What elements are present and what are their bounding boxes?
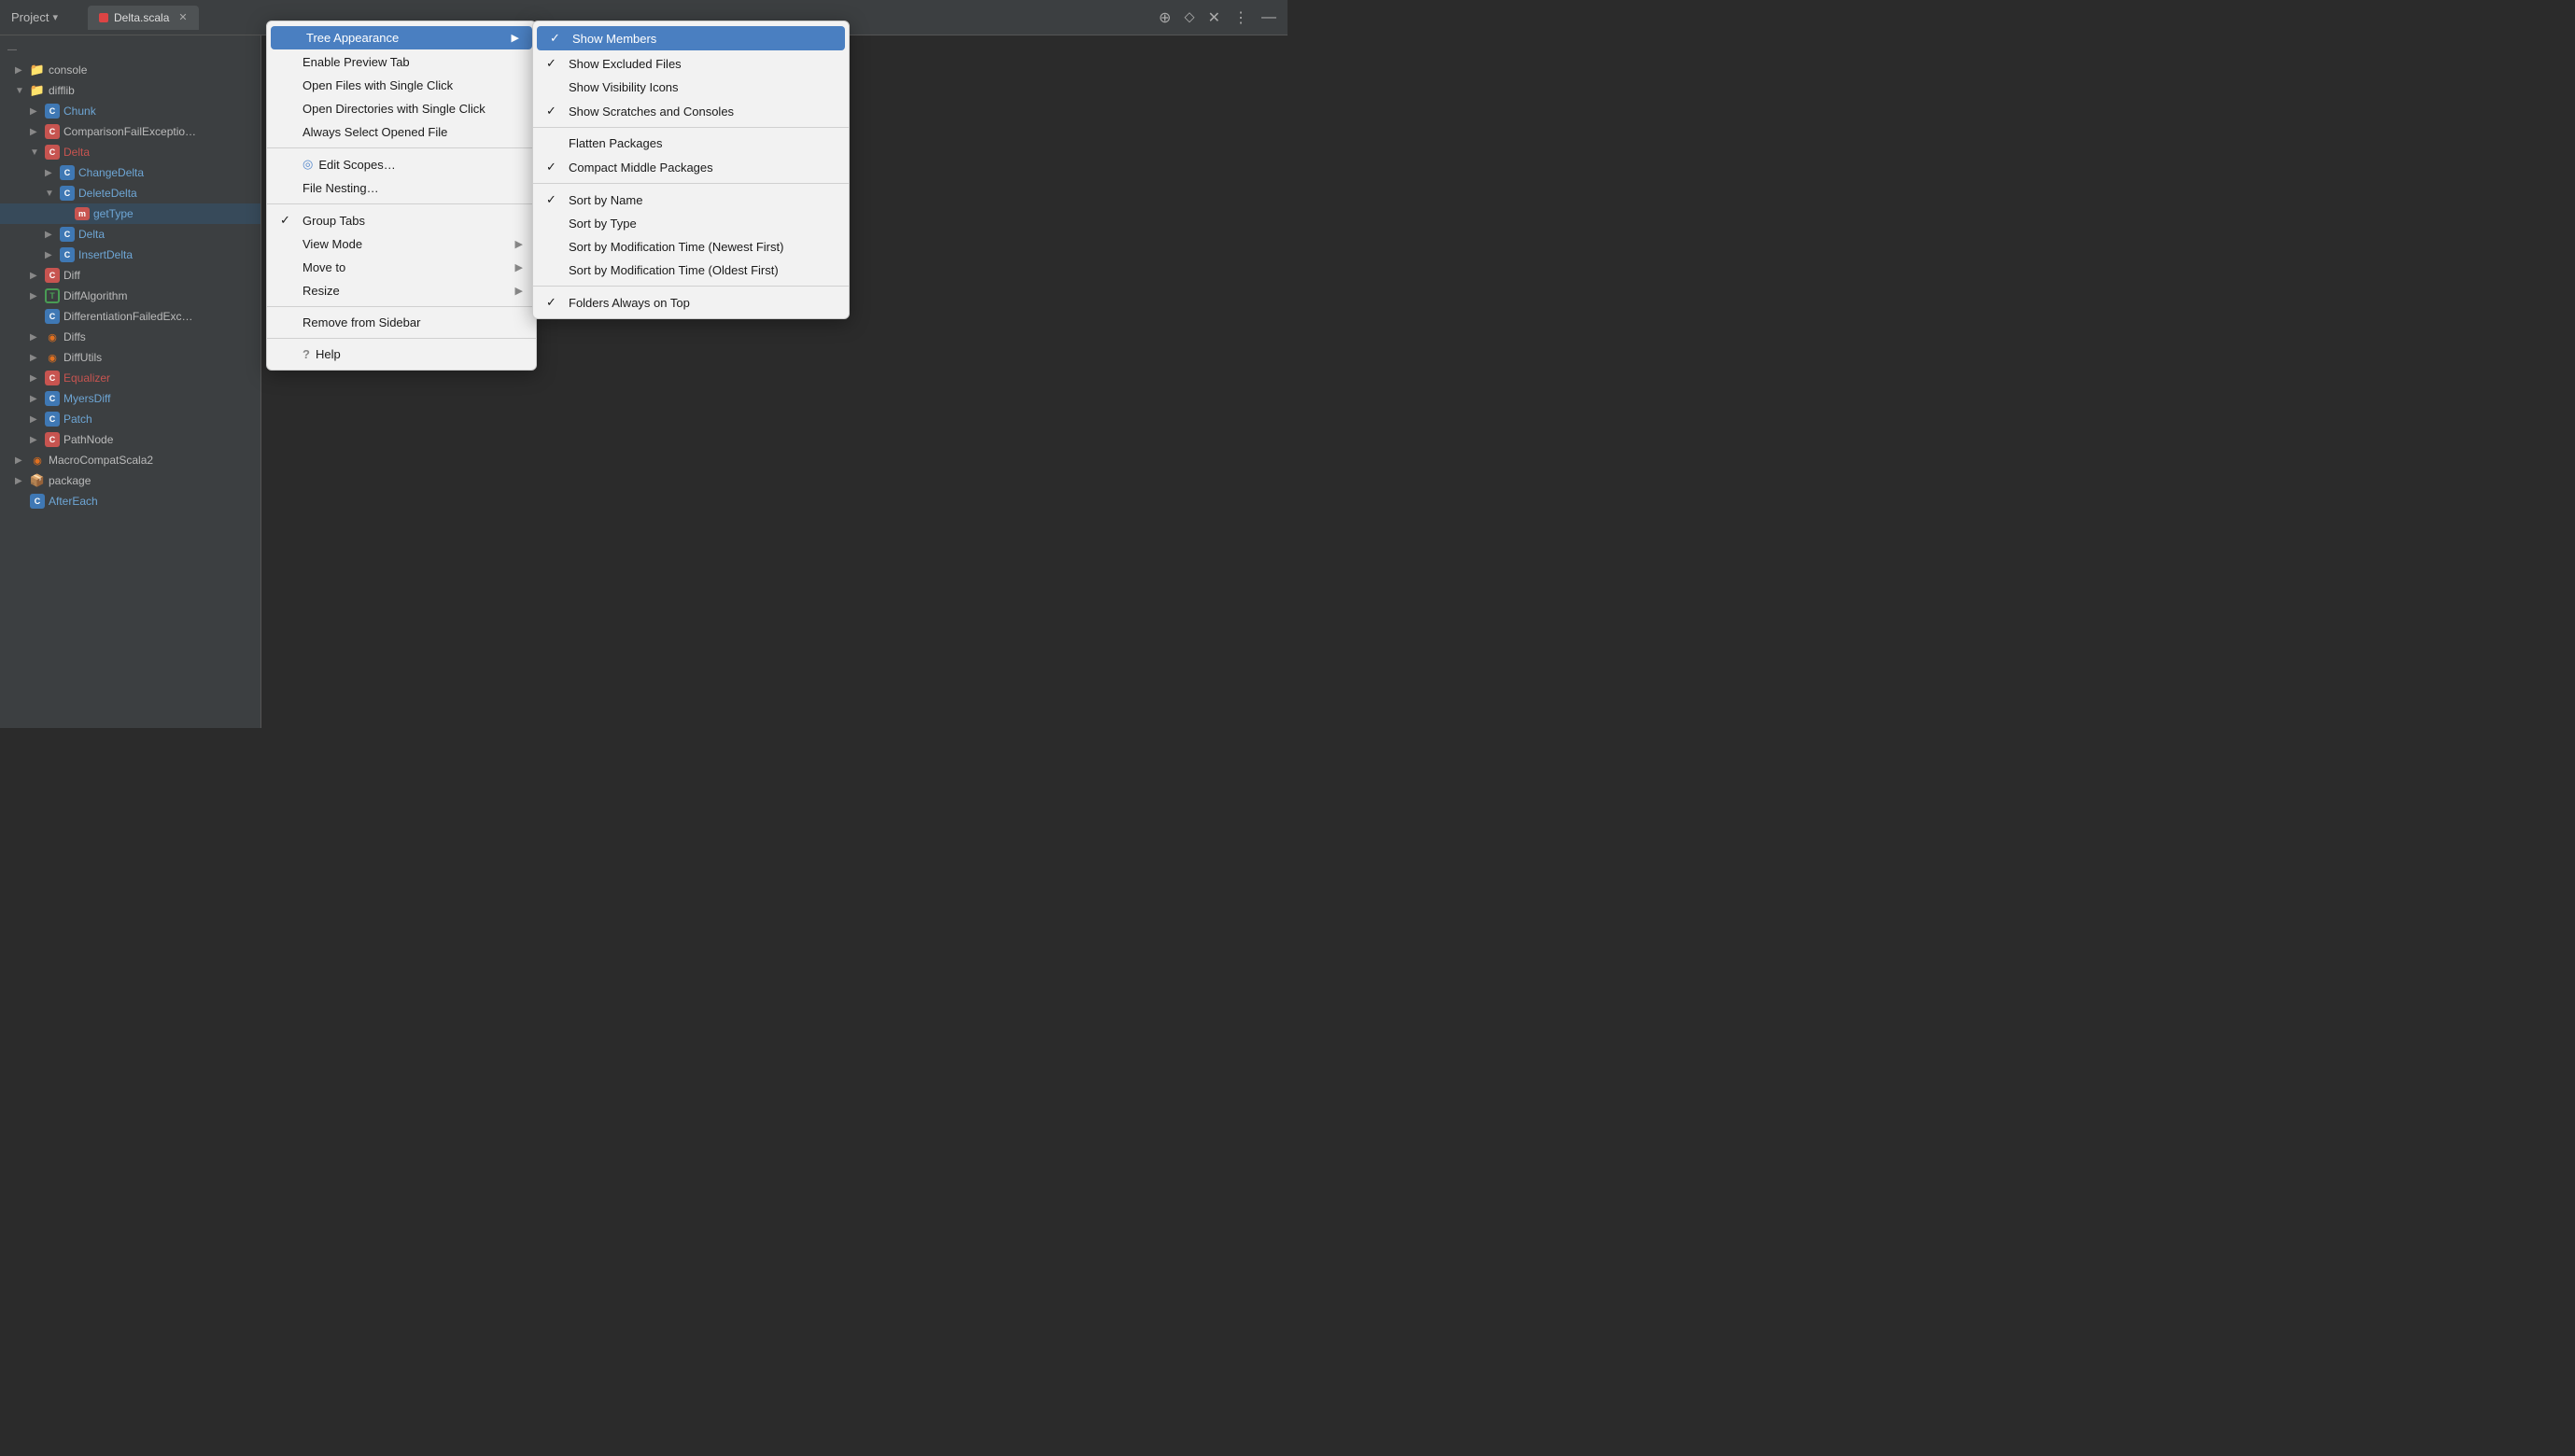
submenu-item-flatten-packages[interactable]: Flatten Packages [533,132,849,155]
sort-mod-newest-label: Sort by Modification Time (Newest First) [569,240,783,254]
move-to-label: Move to [303,260,508,274]
folders-on-top-label: Folders Always on Top [569,296,690,310]
menu-separator-1 [267,147,536,148]
submenu-separator-3 [533,286,849,287]
resize-arrow: ▶ [515,285,523,297]
menu-item-resize[interactable]: Resize ▶ [267,279,536,302]
menu-item-open-files-click[interactable]: Open Files with Single Click [267,74,536,97]
menu-item-help[interactable]: ? Help [267,343,536,366]
submenu-item-sort-mod-oldest[interactable]: Sort by Modification Time (Oldest First) [533,259,849,282]
submenu-item-compact-middle[interactable]: ✓ Compact Middle Packages [533,155,849,179]
show-visibility-label: Show Visibility Icons [569,80,679,94]
menu-separator-4 [267,338,536,339]
menu-item-edit-scopes[interactable]: ◎ Edit Scopes… [267,152,536,176]
menu-item-move-to[interactable]: Move to ▶ [267,256,536,279]
submenu-separator-1 [533,127,849,128]
show-scratches-label: Show Scratches and Consoles [569,105,734,119]
open-dirs-label: Open Directories with Single Click [303,102,515,116]
resize-label: Resize [303,284,508,298]
menu-separator-2 [267,203,536,204]
submenu-separator-2 [533,183,849,184]
enable-preview-label: Enable Preview Tab [303,55,515,69]
submenu-item-sort-mod-newest[interactable]: Sort by Modification Time (Newest First) [533,235,849,259]
menu-item-tree-appearance[interactable]: Tree Appearance ▶ [271,26,532,49]
show-members-check: ✓ [550,31,565,46]
group-tabs-check: ✓ [280,213,295,228]
menu-item-file-nesting[interactable]: File Nesting… [267,176,536,200]
menu-overlay: Tree Appearance ▶ Enable Preview Tab Ope… [0,0,1288,728]
menu-item-always-select[interactable]: Always Select Opened File [267,120,536,144]
sort-by-type-label: Sort by Type [569,217,637,231]
menu-item-open-dirs-click[interactable]: Open Directories with Single Click [267,97,536,120]
edit-scopes-label: ◎ Edit Scopes… [303,157,515,172]
submenu-item-folders-on-top[interactable]: ✓ Folders Always on Top [533,290,849,315]
show-members-label: Show Members [572,32,656,46]
submenu-item-show-excluded-files[interactable]: ✓ Show Excluded Files [533,51,849,76]
compact-middle-check: ✓ [546,160,561,175]
menu-item-remove-sidebar[interactable]: Remove from Sidebar [267,311,536,334]
view-mode-label: View Mode [303,237,508,251]
submenu-item-sort-by-type[interactable]: Sort by Type [533,212,849,235]
view-mode-arrow: ▶ [515,238,523,250]
context-menu: Tree Appearance ▶ Enable Preview Tab Ope… [266,21,537,371]
menu-separator-3 [267,306,536,307]
menu-item-view-mode[interactable]: View Mode ▶ [267,232,536,256]
show-excluded-label: Show Excluded Files [569,57,682,71]
move-to-arrow: ▶ [515,261,523,273]
remove-sidebar-label: Remove from Sidebar [303,315,515,329]
open-files-label: Open Files with Single Click [303,78,515,92]
menu-item-group-tabs[interactable]: ✓ Group Tabs [267,208,536,232]
file-nesting-label: File Nesting… [303,181,515,195]
tree-appearance-arrow: ▶ [512,32,519,44]
group-tabs-label: Group Tabs [303,214,515,228]
sort-by-name-label: Sort by Name [569,193,642,207]
folders-on-top-check: ✓ [546,295,561,310]
always-select-label: Always Select Opened File [303,125,515,139]
sort-mod-oldest-label: Sort by Modification Time (Oldest First) [569,263,779,277]
submenu-item-show-members[interactable]: ✓ Show Members [537,26,845,50]
sort-by-name-check: ✓ [546,192,561,207]
submenu-item-show-visibility-icons[interactable]: Show Visibility Icons [533,76,849,99]
tree-appearance-label: Tree Appearance [306,31,504,45]
submenu-item-show-scratches[interactable]: ✓ Show Scratches and Consoles [533,99,849,123]
edit-scopes-icon: ◎ [303,157,313,172]
tree-appearance-submenu: ✓ Show Members ✓ Show Excluded Files Sho… [532,21,850,319]
submenu-item-sort-by-name[interactable]: ✓ Sort by Name [533,188,849,212]
compact-middle-label: Compact Middle Packages [569,161,713,175]
show-excluded-check: ✓ [546,56,561,71]
flatten-packages-label: Flatten Packages [569,136,662,150]
show-scratches-check: ✓ [546,104,561,119]
help-icon: ? [303,347,310,361]
help-label: ? Help [303,347,515,361]
menu-item-enable-preview-tab[interactable]: Enable Preview Tab [267,50,536,74]
